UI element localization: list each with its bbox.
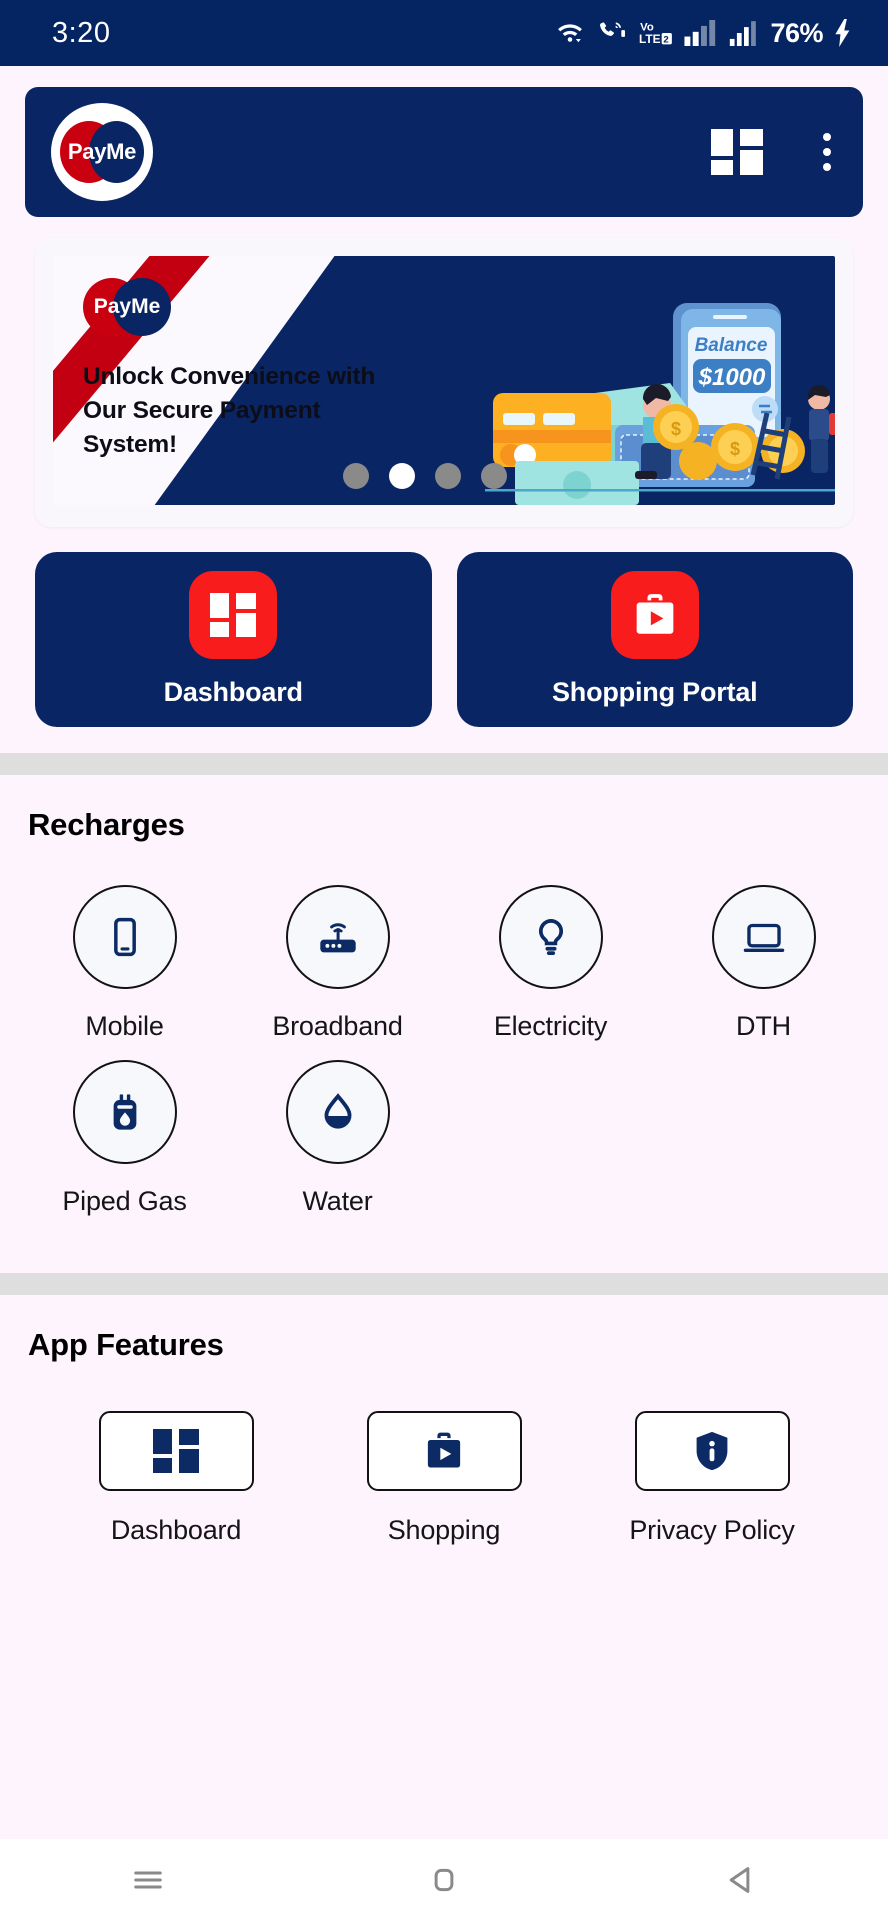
recharge-label: Piped Gas — [62, 1186, 187, 1216]
gas-canister-icon — [72, 1060, 177, 1164]
back-button[interactable] — [719, 1859, 761, 1901]
banner-headline: Unlock Convenience with Our Secure Payme… — [83, 363, 376, 458]
svg-text:$: $ — [671, 419, 681, 439]
status-bar: 3:20 Vo LTE 2 76% — [0, 0, 888, 66]
dashboard-card-label: Dashboard — [163, 677, 303, 707]
feature-label: Dashboard — [110, 1515, 242, 1545]
shopping-bag-play-icon — [610, 571, 699, 659]
svg-text:$: $ — [730, 439, 740, 459]
banner-illustration: Balance $1000 $ $ — [485, 303, 835, 505]
feature-label: Privacy Policy — [629, 1515, 795, 1545]
carousel-dot[interactable] — [481, 463, 507, 489]
app-screen: 3:20 Vo LTE 2 76% PayMe PayMe Unlock Con… — [0, 0, 888, 1921]
section-divider-2 — [0, 1273, 888, 1295]
battery-percent: 76% — [770, 17, 823, 48]
feature-item-privacy-policy[interactable]: Privacy Policy — [578, 1411, 846, 1546]
overflow-menu-icon[interactable] — [823, 133, 831, 171]
mobile-phone-icon — [72, 885, 177, 989]
feature-label: Shopping — [387, 1515, 501, 1545]
banner-card-wrapper: PayMe Unlock Convenience with Our Secure… — [0, 217, 888, 527]
signal-bars-sim2-icon — [729, 20, 759, 46]
recharge-label: Water — [302, 1186, 373, 1216]
android-nav-bar — [0, 1839, 888, 1921]
app-bar-actions — [711, 129, 831, 175]
monitor-icon — [711, 885, 816, 989]
router-wifi-icon — [285, 885, 390, 989]
carousel-dots[interactable] — [343, 463, 507, 489]
recharge-label: Broadband — [272, 1011, 403, 1041]
carousel-dot[interactable] — [343, 463, 369, 489]
status-icons: Vo LTE 2 76% — [555, 18, 852, 49]
dashboard-card[interactable]: Dashboard — [35, 552, 432, 727]
recharges-title: Recharges — [28, 807, 185, 842]
shopping-portal-card[interactable]: Shopping Portal — [456, 552, 853, 727]
app-features-title: App Features — [28, 1327, 224, 1362]
shopping-portal-card-label: Shopping Portal — [552, 677, 758, 707]
recharge-item-electricity[interactable]: Electricity — [444, 885, 657, 1042]
app-logo: PayMe — [51, 103, 153, 201]
dashboard-grid-icon[interactable] — [711, 129, 763, 175]
carousel-dot-active[interactable] — [389, 463, 415, 489]
recharge-item-piped-gas[interactable]: Piped Gas — [18, 1060, 231, 1217]
app-features-grid: Dashboard Shopping Privacy Policy — [0, 1363, 888, 1546]
water-drop-icon — [285, 1060, 390, 1164]
carousel-dot[interactable] — [435, 463, 461, 489]
wifi-icon — [555, 20, 585, 46]
banner-card: PayMe Unlock Convenience with Our Secure… — [35, 238, 853, 527]
volte2-icon: Vo LTE 2 — [639, 19, 673, 47]
app-features-section: App Features Dashboard Shopping Privacy … — [0, 1295, 888, 1576]
recharges-section: Recharges Mobile Broadband Electricity D… — [0, 775, 888, 1247]
svg-text:2: 2 — [664, 35, 669, 46]
recents-button[interactable] — [127, 1859, 169, 1901]
recharge-label: Mobile — [85, 1011, 164, 1041]
app-bar-wrapper: PayMe — [0, 66, 888, 217]
lightbulb-icon — [498, 885, 603, 989]
dashboard-grid-icon — [189, 571, 278, 659]
section-divider — [0, 753, 888, 775]
banner-logo-text: PayMe — [93, 295, 161, 318]
shield-info-icon — [634, 1411, 790, 1491]
recharge-label: Electricity — [493, 1011, 608, 1041]
banner-content: PayMe Unlock Convenience with Our Secure… — [53, 256, 413, 461]
recharge-item-mobile[interactable]: Mobile — [18, 885, 231, 1042]
recharges-grid: Mobile Broadband Electricity DTH Piped G… — [0, 843, 888, 1217]
logo-text: PayMe — [67, 139, 137, 164]
banner-logo: PayMe — [83, 278, 171, 338]
recharge-label: DTH — [736, 1011, 791, 1041]
dashboard-grid-icon — [98, 1411, 254, 1491]
feature-item-dashboard[interactable]: Dashboard — [42, 1411, 310, 1546]
feature-item-shopping[interactable]: Shopping — [310, 1411, 578, 1546]
signal-bars-sim1-icon — [684, 20, 718, 46]
status-time: 3:20 — [52, 16, 111, 49]
svg-text:LTE: LTE — [639, 32, 661, 46]
home-button[interactable] — [423, 1859, 465, 1901]
recharge-item-water[interactable]: Water — [231, 1060, 444, 1217]
recharge-item-dth[interactable]: DTH — [657, 885, 870, 1042]
promo-banner[interactable]: PayMe Unlock Convenience with Our Secure… — [53, 256, 835, 505]
shopping-bag-play-icon — [366, 1411, 522, 1491]
recharge-item-broadband[interactable]: Broadband — [231, 885, 444, 1042]
charging-bolt-icon — [834, 19, 852, 47]
svg-text:$1000: $1000 — [698, 364, 766, 391]
app-bar: PayMe — [25, 87, 863, 217]
call-wifi-icon — [596, 20, 628, 46]
svg-text:Balance: Balance — [695, 335, 768, 356]
quick-actions: Dashboard Shopping Portal — [0, 527, 888, 727]
